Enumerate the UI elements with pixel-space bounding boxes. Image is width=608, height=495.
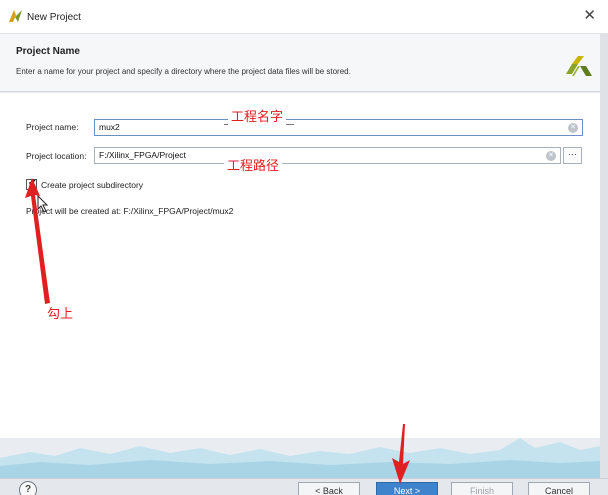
- page-title: Project Name: [16, 46, 80, 57]
- checkmark-icon: ✔: [28, 178, 37, 189]
- help-button[interactable]: ?: [19, 481, 37, 495]
- next-button[interactable]: Next >: [376, 482, 438, 495]
- window-title: New Project: [27, 12, 81, 23]
- title-bar: New Project ✕: [0, 0, 608, 34]
- clear-location-icon[interactable]: ✕: [546, 151, 556, 161]
- create-subdirectory-checkbox[interactable]: ✔: [26, 178, 37, 190]
- project-location-input[interactable]: F:/Xilinx_FPGA/Project: [94, 147, 561, 164]
- annotation-project-name: 工程名字: [228, 109, 287, 125]
- page-description: Enter a name for your project and specif…: [16, 67, 351, 76]
- window-edge: [600, 34, 608, 478]
- back-button[interactable]: < Back: [298, 482, 360, 495]
- wizard-header: Project Name Enter a name for your proje…: [0, 34, 600, 92]
- project-name-label: Project name:: [26, 122, 79, 132]
- project-location-label: Project location:: [26, 151, 87, 161]
- project-name-input[interactable]: mux2: [94, 119, 583, 136]
- xilinx-logo-icon: [566, 56, 592, 76]
- create-subdirectory-label[interactable]: Create project subdirectory: [41, 180, 143, 190]
- annotation-check-it: 勾上: [44, 306, 77, 322]
- finish-button[interactable]: Finish: [451, 482, 513, 495]
- browse-button[interactable]: ···: [563, 147, 582, 164]
- wizard-content: Project name: mux2 ✕ Project location: F…: [0, 93, 600, 438]
- annotation-project-path: 工程路径: [224, 158, 283, 174]
- created-at-text: Project will be created at: F:/Xilinx_FP…: [26, 206, 234, 216]
- clear-name-icon[interactable]: ✕: [568, 123, 578, 133]
- vivado-logo-icon: [9, 10, 22, 22]
- close-icon[interactable]: ✕: [583, 8, 596, 23]
- cancel-button[interactable]: Cancel: [528, 482, 590, 495]
- mountain-decoration: [0, 438, 600, 480]
